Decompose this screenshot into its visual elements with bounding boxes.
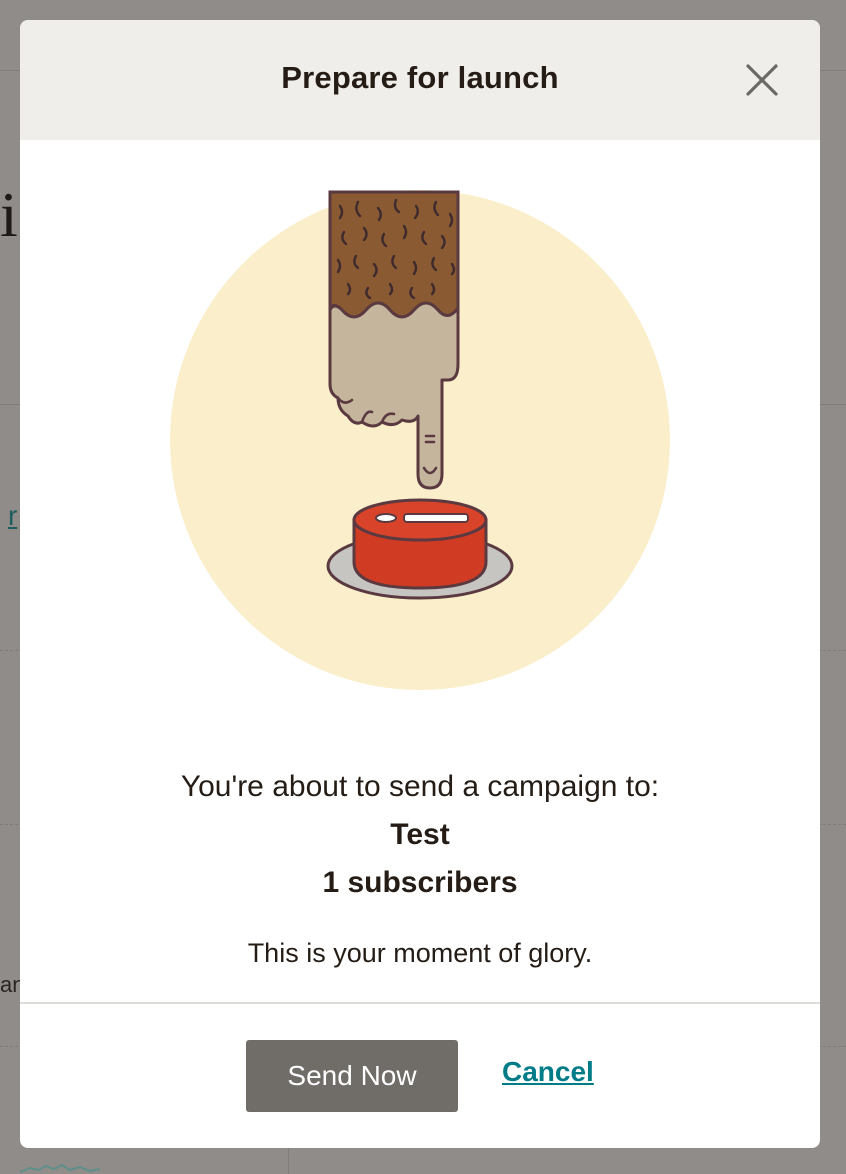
tagline-text: This is your moment of glory.: [247, 938, 593, 968]
audience-name: Test: [390, 818, 450, 851]
modal-header: Prepare for launch: [20, 20, 820, 140]
send-now-button[interactable]: Send Now: [246, 1040, 458, 1112]
send-intro-text: You're about to send a campaign to:: [180, 770, 660, 803]
background-sparkline: [19, 1163, 101, 1173]
finger-pressing-red-button-illustration: [170, 190, 670, 690]
background-link-fragment: r: [8, 500, 18, 531]
button-highlight: [403, 513, 469, 523]
footer-divider: [20, 1002, 820, 1004]
background-heading-fragment: i: [0, 179, 18, 250]
button-highlight: [375, 513, 397, 523]
close-button[interactable]: [742, 60, 782, 100]
cancel-link[interactable]: Cancel: [502, 1056, 594, 1088]
modal-title: Prepare for launch: [281, 60, 559, 95]
subscriber-count: 1 subscribers: [322, 866, 518, 899]
sleeve: [328, 190, 460, 319]
launch-modal: Prepare for launch You're about to send …: [20, 20, 820, 1148]
close-icon: [746, 64, 778, 96]
background-column-divider: [288, 1148, 289, 1174]
